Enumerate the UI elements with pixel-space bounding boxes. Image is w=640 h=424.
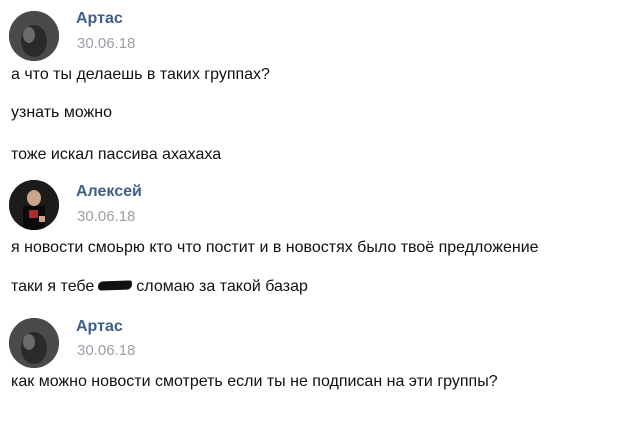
text-after-redaction: сломаю за такой базар [136, 278, 308, 295]
redaction-mark [98, 280, 133, 291]
message-date: 30.06.18 [77, 208, 136, 225]
author-name[interactable]: Артас [76, 318, 123, 336]
message-text: как можно новости смотреть если ты не по… [11, 373, 498, 390]
message-date: 30.06.18 [77, 35, 136, 52]
author-name[interactable]: Алексей [76, 183, 142, 201]
avatar-artas[interactable] [9, 11, 59, 61]
author-name[interactable]: Артас [76, 10, 123, 28]
text-before-redaction: таки я тебе [11, 278, 95, 295]
message-date: 30.06.18 [77, 342, 136, 359]
message-text: я новости смоьрю кто что постит и в ново… [11, 239, 539, 256]
avatar-aleksey[interactable] [9, 180, 59, 230]
message-text: узнать можно [11, 104, 112, 121]
message-text-redacted: таки я тебе сломаю за такой базар [11, 278, 308, 296]
avatar-artas[interactable] [9, 318, 59, 368]
message-text: а что ты делаешь в таких группах? [11, 66, 270, 83]
message-text: тоже искал пассива ахахаха [11, 146, 222, 163]
